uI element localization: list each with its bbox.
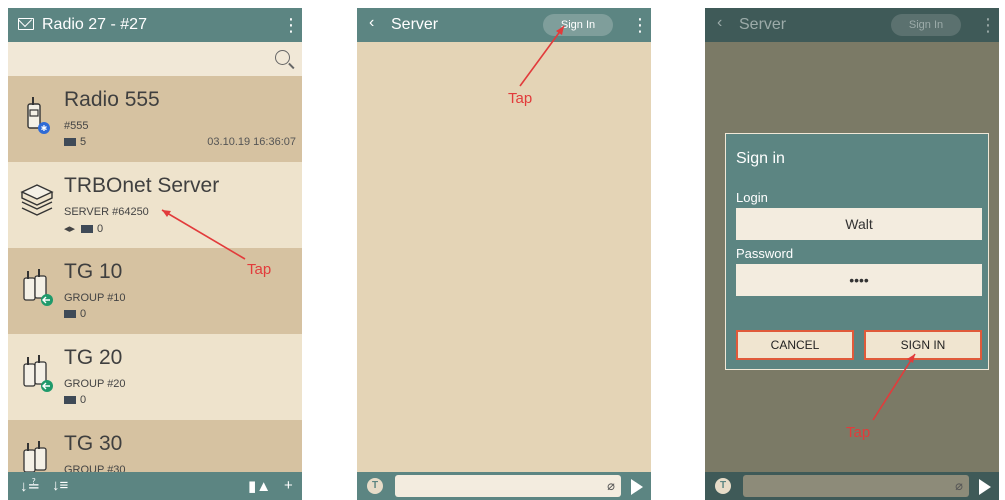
tap-arrow bbox=[519, 25, 565, 87]
contacts-screen: Radio 27 - #27 ⋮ ✱ Radio 555 #555 5 03.1… bbox=[8, 8, 302, 500]
tap-label: Tap bbox=[846, 424, 871, 441]
tap-arrow bbox=[161, 209, 246, 260]
server-chat-screen: ‹ Server Sign In ⋮ T ⌀ Tap bbox=[357, 8, 651, 500]
tap-label: Tap bbox=[247, 261, 272, 278]
sign-in-dialog-screen: ‹ Server Sign In ⋮ Sign in Login Walt Pa… bbox=[705, 8, 999, 500]
tap-label: Tap bbox=[508, 90, 533, 107]
